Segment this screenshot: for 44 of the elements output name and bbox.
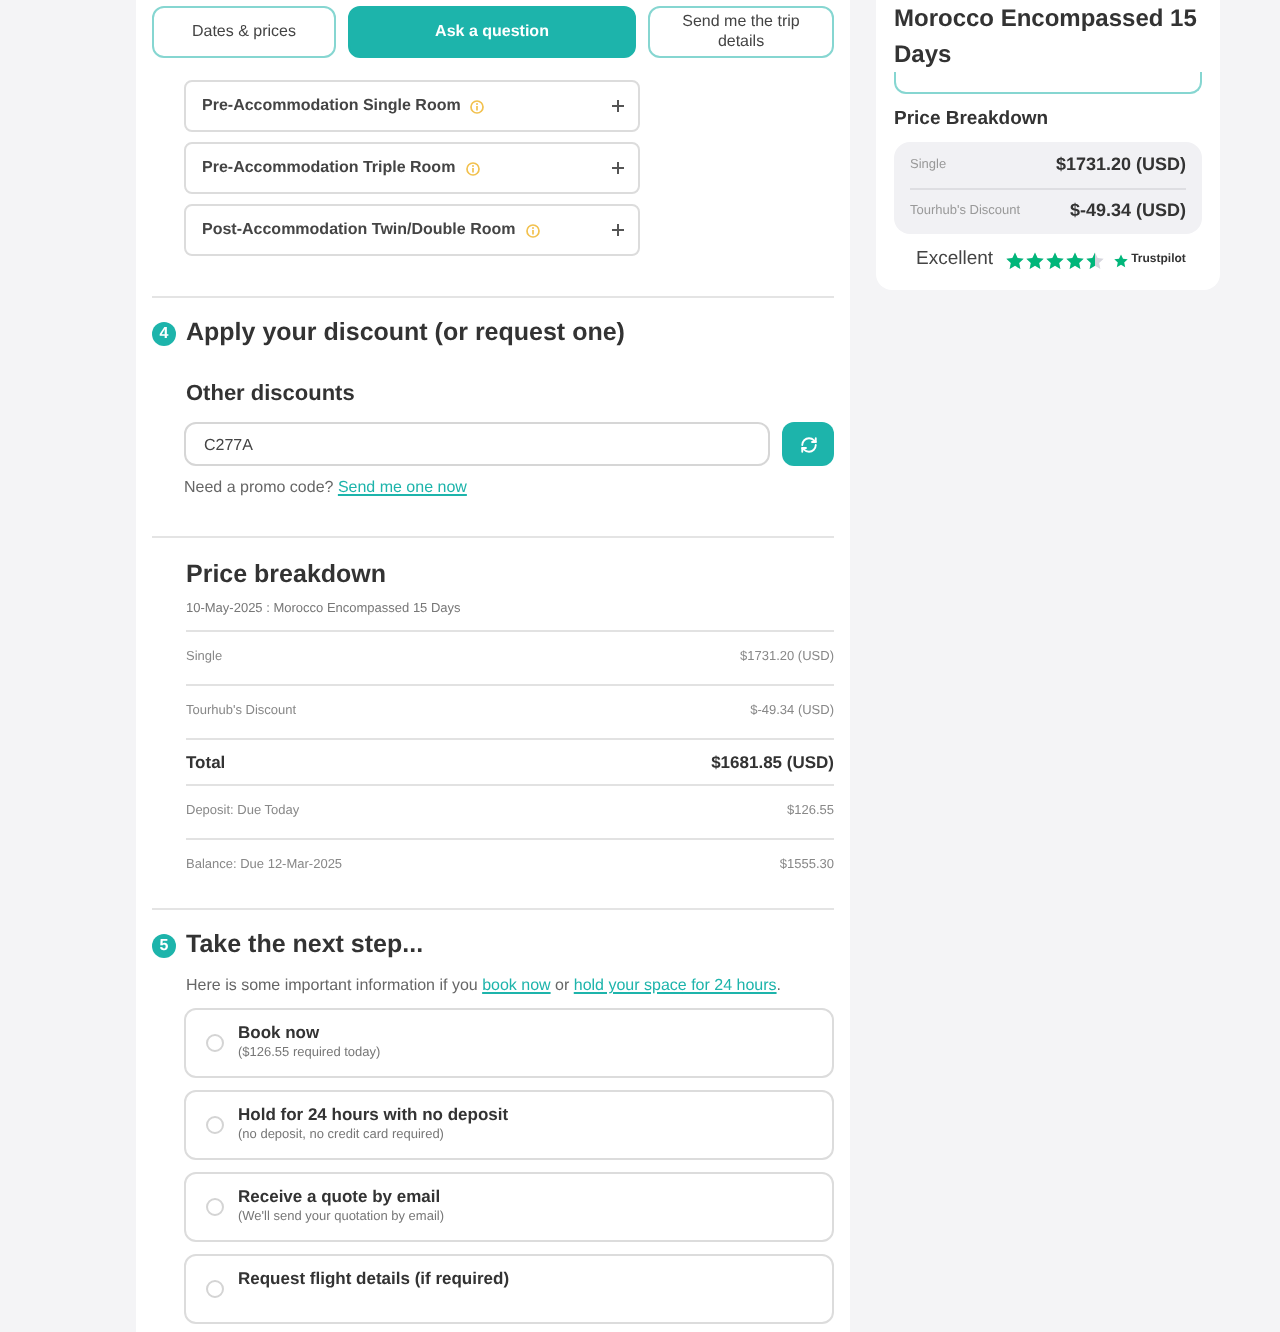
option-title: Request flight details (if required) xyxy=(238,1268,510,1290)
apply-code-button[interactable] xyxy=(782,422,834,466)
trip-title: Morocco Encompassed 15 Days xyxy=(894,2,1199,72)
radio-button[interactable] xyxy=(206,1280,224,1298)
price-heading: Price Breakdown xyxy=(894,108,1051,130)
room-option-title: Pre-Accommodation Single Room xyxy=(202,94,461,118)
tab[interactable]: Dates & prices xyxy=(152,6,336,58)
price-value: $-49.34 (USD) xyxy=(1069,197,1186,224)
star-icon xyxy=(1065,251,1084,270)
option-title: Book now xyxy=(238,1022,322,1044)
price-value: $1681.85 (USD) xyxy=(711,749,834,775)
star-icon xyxy=(1045,251,1064,270)
promo-hint: Need a promo code? Send me one now xyxy=(184,478,469,498)
booking-option-card[interactable]: Request flight details (if required) xyxy=(184,1254,834,1324)
option-title: Hold for 24 hours with no deposit xyxy=(238,1104,509,1126)
step-number: 4 xyxy=(152,321,176,345)
section-heading: Price breakdown xyxy=(186,560,389,590)
star-icon xyxy=(1085,251,1104,270)
promo-code-input[interactable]: C277A xyxy=(184,422,770,466)
star-icon xyxy=(1025,251,1044,270)
room-option-header[interactable]: Post-Accommodation Twin/Double Room xyxy=(184,204,640,256)
section-heading: Apply your discount (or request one) xyxy=(186,318,625,348)
rating-label: Excellent xyxy=(916,246,994,274)
booking-intro-text: Here is some important information if you book now or hold your space for 24 hours. xyxy=(184,974,784,998)
price-label: Total xyxy=(186,749,226,775)
room-option-title: Pre-Accommodation Triple Room xyxy=(202,156,456,180)
step-number: 5 xyxy=(152,933,176,957)
field-label: Other discounts xyxy=(184,382,357,408)
radio-button[interactable] xyxy=(206,1034,224,1052)
option-title: Receive a quote by email xyxy=(238,1186,443,1208)
tab[interactable]: Send me the trip details xyxy=(648,6,834,58)
info-icon xyxy=(470,99,485,113)
price-value: $1731.20 (USD) xyxy=(1055,152,1186,179)
refresh-icon xyxy=(799,435,817,453)
room-option-title: Post-Accommodation Twin/Double Room xyxy=(202,218,516,242)
room-option-header[interactable]: Pre-Accommodation Triple Room xyxy=(184,142,640,194)
section-heading: Take the next step... xyxy=(186,930,424,960)
star-icon xyxy=(1005,251,1024,270)
star-icon xyxy=(1113,253,1128,268)
radio-button[interactable] xyxy=(206,1198,224,1216)
radio-button[interactable] xyxy=(206,1116,224,1134)
room-option-header[interactable]: Pre-Accommodation Single Room xyxy=(184,80,640,132)
info-icon xyxy=(525,223,540,237)
info-icon xyxy=(465,161,480,175)
